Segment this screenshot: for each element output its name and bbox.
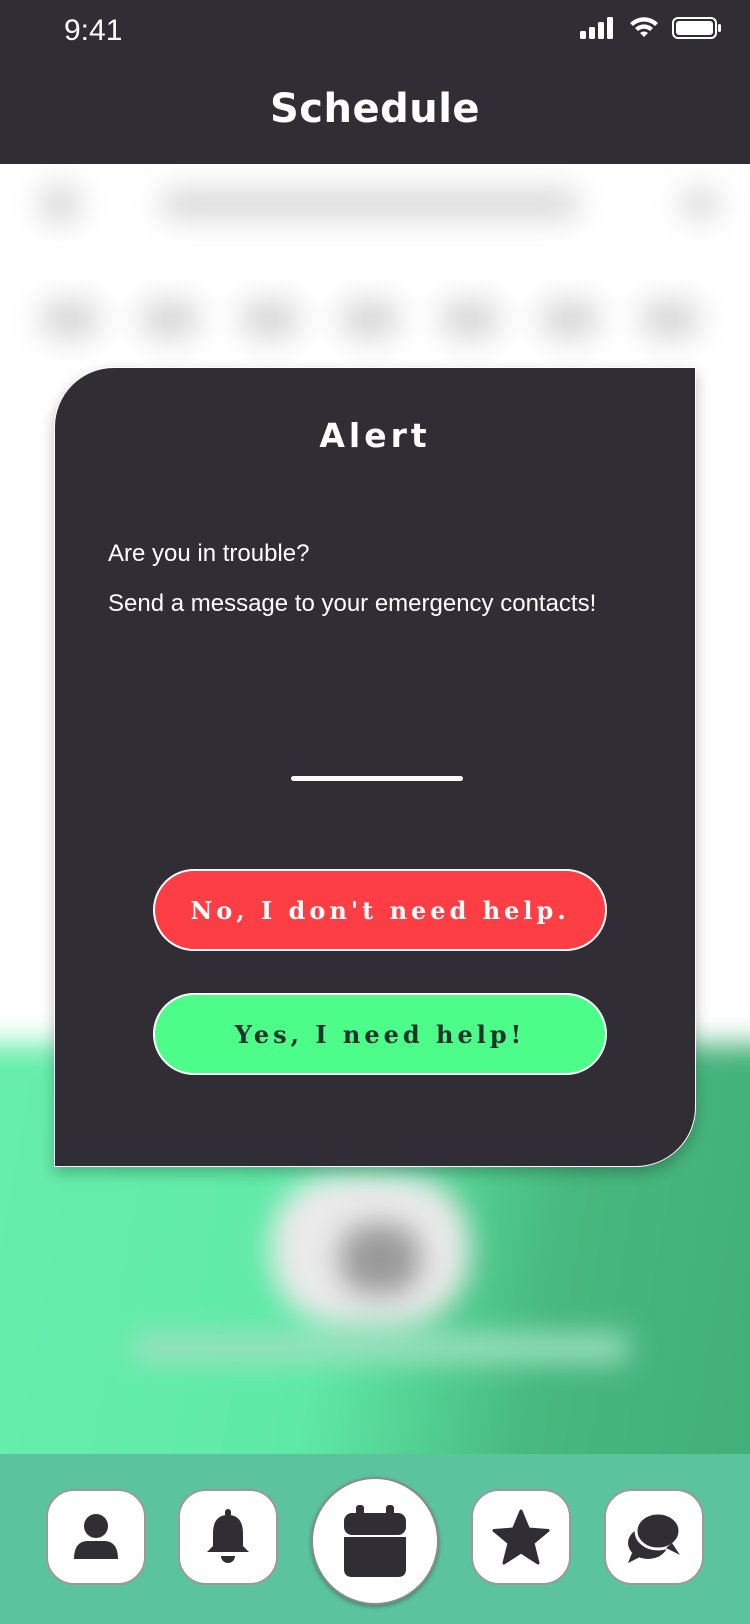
bg-avatar-detail: [340, 1224, 420, 1294]
bg-text: [130, 1334, 630, 1362]
nav-profile-button[interactable]: [46, 1489, 146, 1585]
alert-title: Alert: [319, 416, 431, 455]
nav-favorites-button[interactable]: [471, 1489, 571, 1585]
bg-blob: [340, 299, 400, 339]
bg-blob: [140, 299, 200, 339]
profile-icon: [74, 1514, 118, 1559]
bg-blob: [240, 299, 300, 339]
page-title: Schedule: [269, 86, 481, 132]
bg-blob: [440, 299, 500, 339]
calendar-icon: [344, 1505, 406, 1577]
yes-help-button[interactable]: Yes, I need help!: [153, 993, 607, 1075]
alert-message-instruction: Send a message to your emergency contact…: [108, 590, 597, 617]
bg-blob: [40, 299, 100, 339]
bottom-nav: [0, 1454, 750, 1624]
chat-icon: [628, 1511, 682, 1563]
bg-blob: [160, 189, 580, 219]
wifi-icon: [629, 17, 658, 37]
alert-message-question: Are you in trouble?: [108, 540, 310, 567]
nav-messages-button[interactable]: [604, 1489, 704, 1585]
signal-icon: [579, 17, 613, 39]
bg-blob: [40, 184, 80, 224]
bell-icon: [207, 1509, 249, 1563]
bg-blob: [540, 299, 600, 339]
status-time: 9:41: [64, 14, 123, 47]
alert-dialog: Alert Are you in trouble? Send a message…: [54, 367, 696, 1167]
nav-notifications-button[interactable]: [178, 1489, 278, 1585]
bg-blob: [640, 299, 700, 339]
top-bar: 9:41 Schedule: [0, 0, 750, 164]
nav-schedule-button[interactable]: [311, 1477, 439, 1605]
battery-icon: [672, 17, 721, 39]
star-icon: [492, 1509, 550, 1565]
no-help-button[interactable]: No, I don't need help.: [153, 869, 607, 951]
alert-divider: [291, 776, 463, 781]
status-icons: [572, 16, 722, 44]
bg-blob: [680, 189, 720, 219]
